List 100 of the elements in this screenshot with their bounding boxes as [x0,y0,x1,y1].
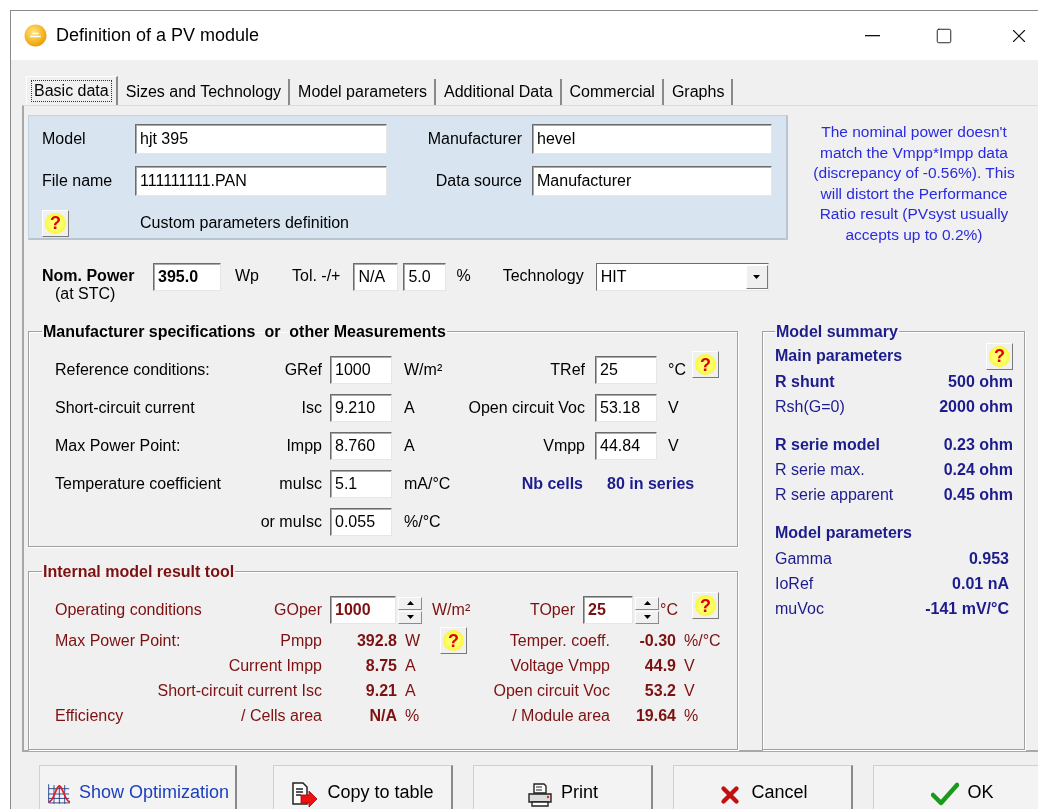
down-arrow-icon [406,615,414,619]
summary-label: R serie max. [775,460,865,479]
value-field[interactable]: 53.18 [595,394,657,422]
parameter-label: Isc [301,399,323,417]
value-field[interactable]: 1000 [330,356,392,384]
parameter-label: TRef [550,361,586,379]
unit-label: V [667,437,679,455]
field-label: File name [42,172,113,190]
field-label: Model [42,130,86,148]
text-field[interactable]: hjt 395 [135,124,387,154]
spin-field[interactable]: 25 [583,596,633,624]
maximize-icon [935,26,953,45]
warning-message: The nominal power doesn't match the Vmpp*Impp data (discrepancy of -0.56%). This will distort the Performance Ratio result (PVsyst usually accepts up to 0.2%) [812,122,1016,245]
result-value: 8.75 [365,656,397,675]
caption: Custom parameters definition [139,214,349,232]
dialog-button[interactable]: Cancel [673,765,853,809]
help-button[interactable]: ? [42,209,69,237]
unit-label: W/m² [431,601,471,619]
stc-label: (at STC) [54,285,117,303]
unit-label: mA/°C [403,475,451,493]
summary-value: 0.45 ohm [943,485,1013,504]
tolerance-field[interactable]: N/A [353,263,399,291]
result-value: 19.64 [635,706,676,725]
technology-label: Technology [502,266,584,285]
unit-label: °C [667,361,686,379]
summary-label: muVoc [775,599,824,618]
nominal-power-label: Nom. Power [42,267,136,285]
unit-label: % [405,706,420,725]
tolerance-field[interactable]: 5.0 [403,263,447,291]
value-field[interactable]: 44.84 [595,432,657,460]
unit-label: °C [659,601,678,619]
spin-field[interactable]: 1000 [330,596,396,624]
help-button[interactable]: ? [692,351,719,378]
spin-up-button[interactable] [635,596,659,610]
group-title: Manufacturer specifications or other Measurements [42,322,447,341]
spin-up-button[interactable] [398,596,422,610]
parameter-label: GRef [284,361,323,379]
window-title: Definition of a PV module [56,25,260,46]
up-arrow-icon [406,601,414,605]
help-button[interactable]: ? [986,342,1013,370]
value-field[interactable]: 5.1 [330,470,392,498]
row-label: Short-circuit current [55,399,195,417]
field-label: Data source [435,172,523,190]
parameter-label: Current Impp [228,656,322,675]
value-field[interactable]: 0.055 [330,508,392,536]
help-button[interactable]: ? [440,627,468,654]
tab[interactable]: Basic data [26,76,118,105]
parameter-label: Impp [286,437,323,455]
unit-label: V [667,399,679,417]
row-label: Operating conditions [55,601,202,619]
summary-label: IoRef [775,574,814,593]
result-value: 392.8 [356,631,397,650]
row-label: Max Power Point: [55,437,181,455]
up-arrow-icon [643,601,651,605]
unit-label: %/°C [403,513,441,531]
parameter-label: Short-circuit current Isc [157,681,322,700]
dialog-button[interactable]: OK [873,765,1038,809]
dialog-button[interactable]: Print [473,765,653,809]
minimize-icon [864,34,880,37]
spin-down-button[interactable] [635,610,659,624]
technology-dropdown[interactable]: HIT [595,263,769,291]
summary-value: 0.953 [968,549,1010,568]
summary-label: Gamma [775,549,832,568]
dropdown-arrow-icon [753,275,761,279]
nominal-power-field[interactable]: 395.0 [153,263,221,291]
section-heading: Main parameters [775,347,903,365]
unit-label: % [456,266,471,285]
unit-label: %/°C [683,631,721,650]
down-arrow-icon [643,615,651,619]
text-field[interactable]: Manufacturer [532,166,772,196]
group-title: Model summary [775,322,899,341]
group-title: Internal model result tool [42,562,236,581]
parameter-label: GOper [274,601,322,619]
summary-value: 500 ohm [948,372,1013,391]
summary-label: R serie apparent [775,485,894,504]
parameter-label: Open circuit Voc [468,399,586,417]
value-field[interactable]: 25 [595,356,657,384]
parameter-label: Pmpp [280,631,322,650]
cells-label: Nb cells [521,475,584,493]
value-field[interactable]: 8.760 [330,432,392,460]
help-button[interactable]: ? [692,592,719,619]
text-field[interactable]: 111111111.PAN [135,166,387,196]
parameter-label: / Module area [512,706,610,725]
parameter-label: Vmpp [543,437,586,455]
section-heading: Model parameters [775,524,912,542]
result-value: -0.30 [639,631,676,650]
unit-label: A [403,437,415,455]
chart-icon [46,782,71,806]
dialog-button[interactable]: Show Optimization [39,765,237,809]
dialog-button[interactable]: Copy to table [273,765,453,809]
summary-value: 0.24 ohm [943,460,1013,479]
document-arrow-icon [291,782,320,808]
spin-down-button[interactable] [398,610,422,624]
value-field[interactable]: 9.210 [330,394,392,422]
summary-value: -141 mV/°C [925,599,1010,618]
field-label: Manufacturer [427,130,523,148]
summary-label: Rsh(G=0) [775,397,845,416]
result-value: 53.2 [644,681,676,700]
text-field[interactable]: hevel [532,124,772,154]
parameter-label: Temper. coeff. [509,631,610,650]
